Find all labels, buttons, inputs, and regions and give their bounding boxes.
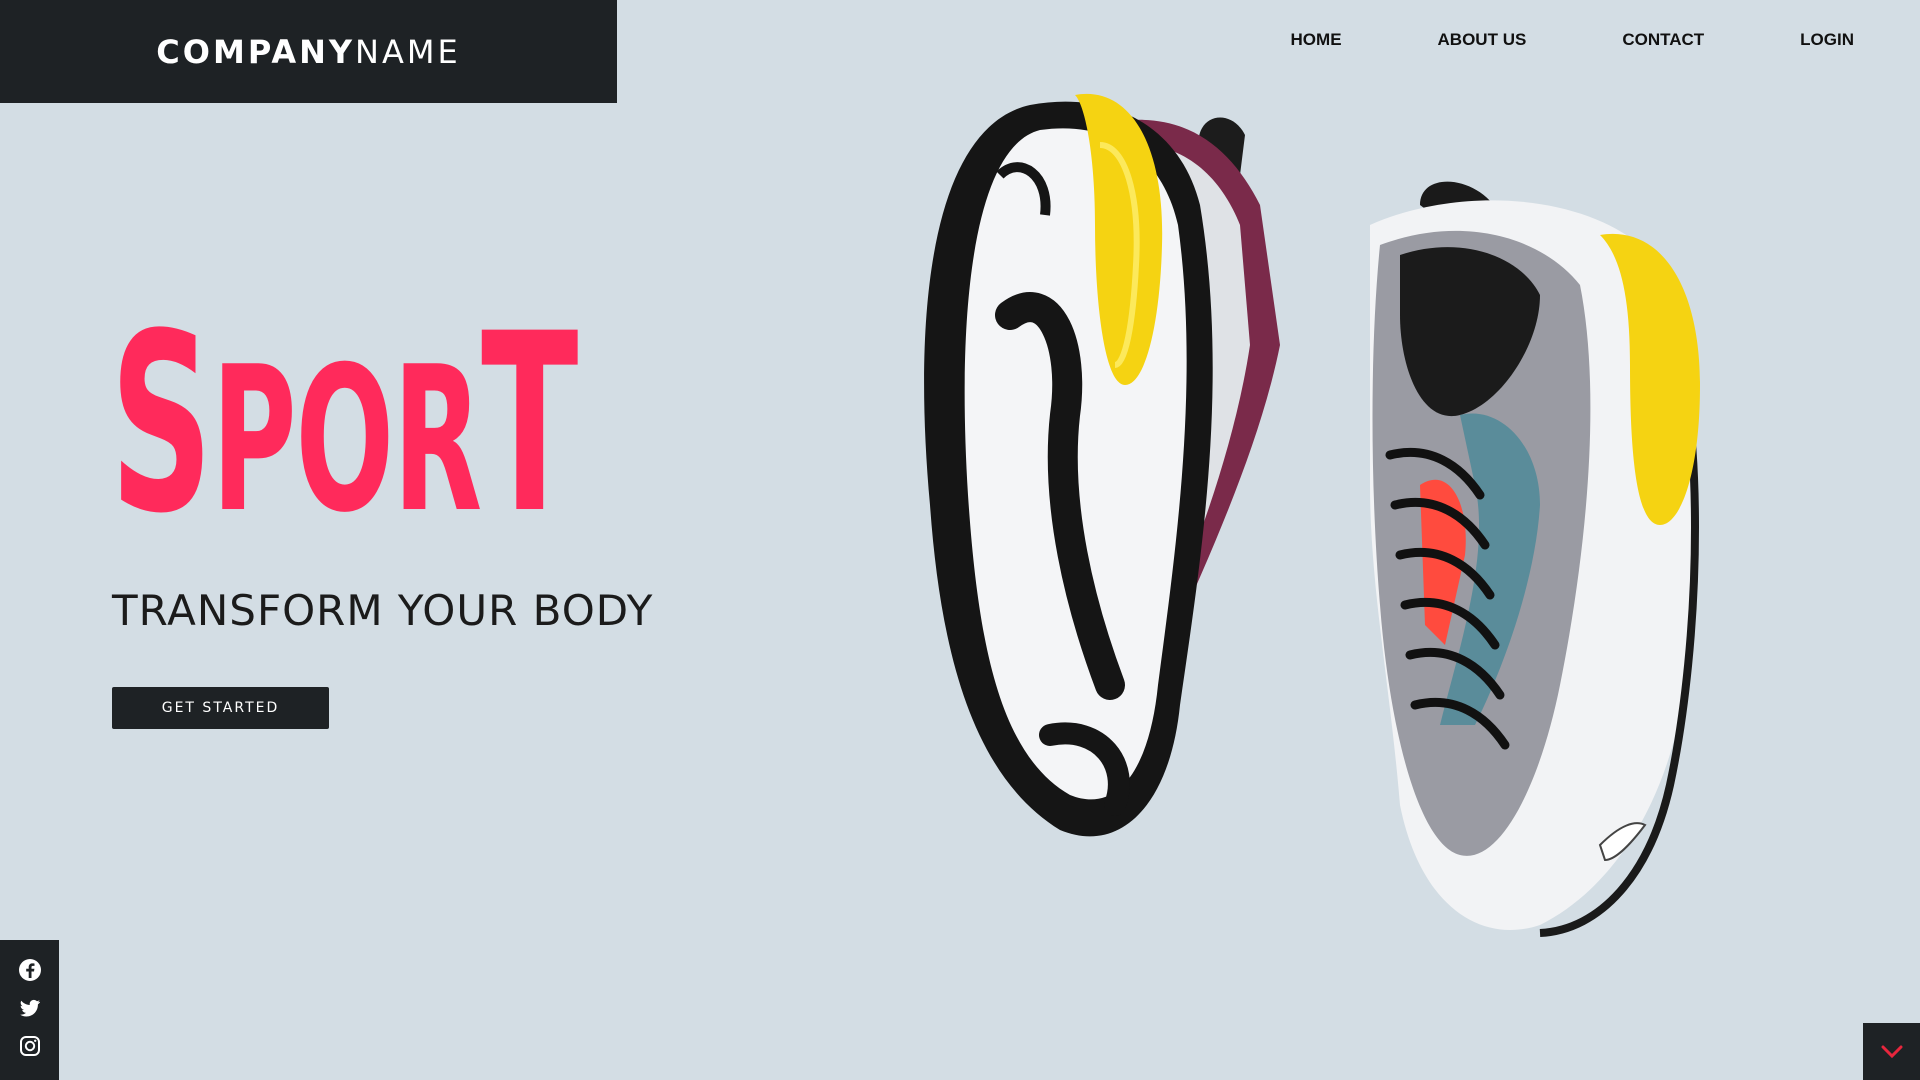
get-started-button[interactable]: GET STARTED bbox=[112, 687, 329, 729]
right-shoe bbox=[1370, 181, 1700, 937]
twitter-icon[interactable] bbox=[18, 996, 42, 1020]
logo-light-part: NAME bbox=[355, 32, 461, 71]
nav-about-us[interactable]: ABOUT US bbox=[1438, 30, 1527, 50]
logo-block[interactable]: COMPANYNAME bbox=[0, 0, 617, 103]
nav-contact[interactable]: CONTACT bbox=[1622, 30, 1704, 50]
instagram-icon[interactable] bbox=[18, 1034, 42, 1058]
main-nav: HOME ABOUT US CONTACT LOGIN bbox=[1195, 30, 1854, 50]
logo-bold-part: COMPANY bbox=[156, 32, 356, 71]
facebook-icon[interactable] bbox=[18, 958, 42, 982]
hero-title-part-1: S bbox=[110, 282, 213, 568]
logo[interactable]: COMPANYNAME bbox=[156, 33, 460, 71]
hero-title-part-2: POR bbox=[211, 324, 483, 557]
nav-home[interactable]: HOME bbox=[1291, 30, 1342, 50]
nav-login[interactable]: LOGIN bbox=[1800, 30, 1854, 50]
sneakers-image bbox=[924, 93, 1700, 937]
left-shoe bbox=[924, 93, 1280, 837]
chevron-down-icon bbox=[1881, 1045, 1902, 1058]
social-bar bbox=[0, 940, 59, 1080]
hero-title-part-3: T bbox=[481, 282, 578, 568]
landing-page: COMPANYNAME HOME ABOUT US CONTACT LOGIN … bbox=[0, 0, 1920, 1080]
hero-subtitle: TRANSFORM YOUR BODY bbox=[112, 586, 654, 635]
scroll-down-button[interactable] bbox=[1863, 1023, 1920, 1080]
hero-title: SPORT bbox=[110, 302, 578, 548]
